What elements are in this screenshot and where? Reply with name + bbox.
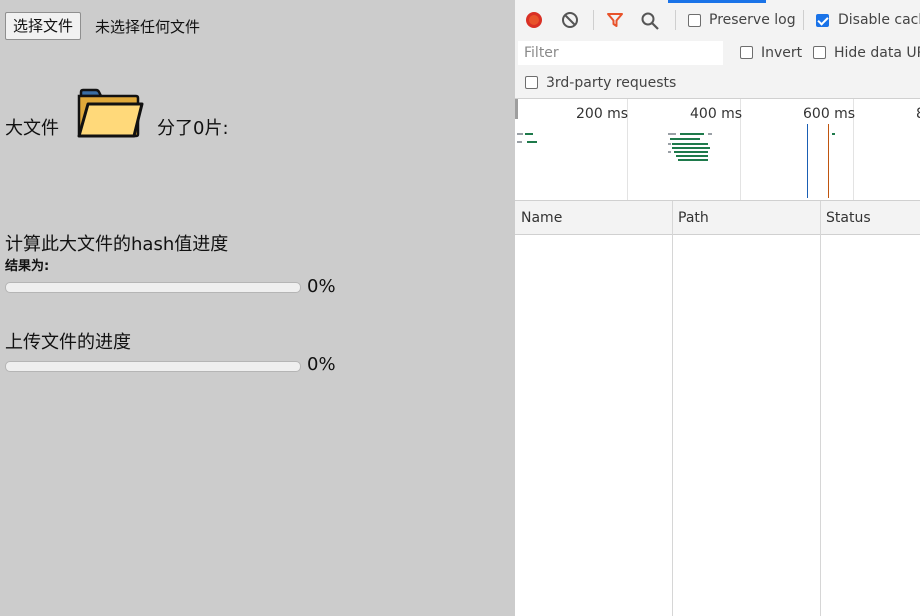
hide-data-urls-label[interactable]: Hide data UR: [834, 45, 920, 61]
invert-checkbox[interactable]: [740, 46, 753, 59]
invert-label[interactable]: Invert: [761, 45, 802, 61]
file-status-text: 未选择任何文件: [95, 18, 201, 36]
column-divider[interactable]: [820, 201, 821, 616]
request-bar: [670, 138, 700, 140]
toolbar-divider: [803, 10, 804, 30]
upload-progress-bar: [5, 361, 301, 372]
chunks-count-label: 分了0片:: [157, 118, 229, 139]
upload-progress-title: 上传文件的进度: [5, 332, 131, 353]
request-bar: [708, 133, 712, 135]
request-bar: [672, 143, 708, 145]
overview-tick-label: 200 ms: [576, 106, 629, 122]
request-bar: [678, 159, 708, 161]
overview-drag-handle[interactable]: [515, 99, 518, 119]
third-party-requests-label[interactable]: 3rd-party requests: [546, 75, 676, 91]
request-bar: [668, 151, 671, 153]
toolbar-divider: [675, 10, 676, 30]
hash-result-label: 结果为:: [5, 259, 50, 274]
request-bar: [668, 133, 676, 135]
hide-data-urls-checkbox[interactable]: [813, 46, 826, 59]
third-party-row: 3rd-party requests: [515, 68, 920, 99]
network-toolbar: Preserve log Disable cach: [515, 0, 920, 38]
request-bar: [832, 133, 835, 135]
filter-row: Invert Hide data UR: [515, 38, 920, 68]
preserve-log-label[interactable]: Preserve log: [709, 12, 796, 28]
request-bar: [527, 141, 537, 143]
network-overview-timeline[interactable]: 200 ms 400 ms 600 ms 8: [515, 99, 920, 201]
request-bar: [517, 133, 523, 135]
folder-icon: [77, 88, 144, 138]
overview-tick-label: 8: [916, 106, 920, 122]
hash-progress-bar: [5, 282, 301, 293]
column-header-status[interactable]: Status: [826, 210, 871, 226]
column-header-path[interactable]: Path: [678, 210, 709, 226]
request-bar: [668, 143, 671, 145]
load-event-marker: [828, 124, 829, 198]
active-tab-indicator: [668, 0, 766, 3]
overview-tick-label: 400 ms: [690, 106, 743, 122]
request-bar: [674, 151, 708, 153]
record-icon[interactable]: [526, 12, 542, 28]
filter-input[interactable]: [518, 41, 723, 65]
choose-file-button[interactable]: 选择文件: [5, 12, 82, 40]
toolbar-divider: [593, 10, 594, 30]
request-table-header: Name Path Status: [515, 201, 920, 235]
disable-cache-checkbox[interactable]: [816, 14, 829, 27]
search-icon[interactable]: [640, 11, 660, 31]
web-page: 选择文件 未选择任何文件 大文件 分了0片: 计算此大文件的hash值进度 结果…: [0, 0, 515, 616]
filter-icon[interactable]: [606, 11, 624, 29]
request-bar: [517, 141, 522, 143]
third-party-requests-checkbox[interactable]: [525, 76, 538, 89]
request-bar: [525, 133, 533, 135]
dom-content-loaded-marker: [807, 124, 808, 198]
big-file-label: 大文件: [5, 118, 59, 139]
request-bar: [672, 147, 710, 149]
upload-progress-percent: 0%: [307, 354, 336, 375]
overview-tick-label: 600 ms: [803, 106, 856, 122]
hash-progress-percent: 0%: [307, 276, 336, 297]
hash-progress-title: 计算此大文件的hash值进度: [5, 234, 229, 255]
devtools-network-panel: Preserve log Disable cach Invert Hide da…: [515, 0, 920, 616]
column-divider[interactable]: [672, 201, 673, 616]
column-header-name[interactable]: Name: [521, 210, 562, 226]
clear-icon[interactable]: [561, 11, 579, 29]
request-bar: [680, 133, 704, 135]
disable-cache-label[interactable]: Disable cach: [838, 12, 920, 28]
preserve-log-checkbox[interactable]: [688, 14, 701, 27]
request-bar: [676, 155, 708, 157]
